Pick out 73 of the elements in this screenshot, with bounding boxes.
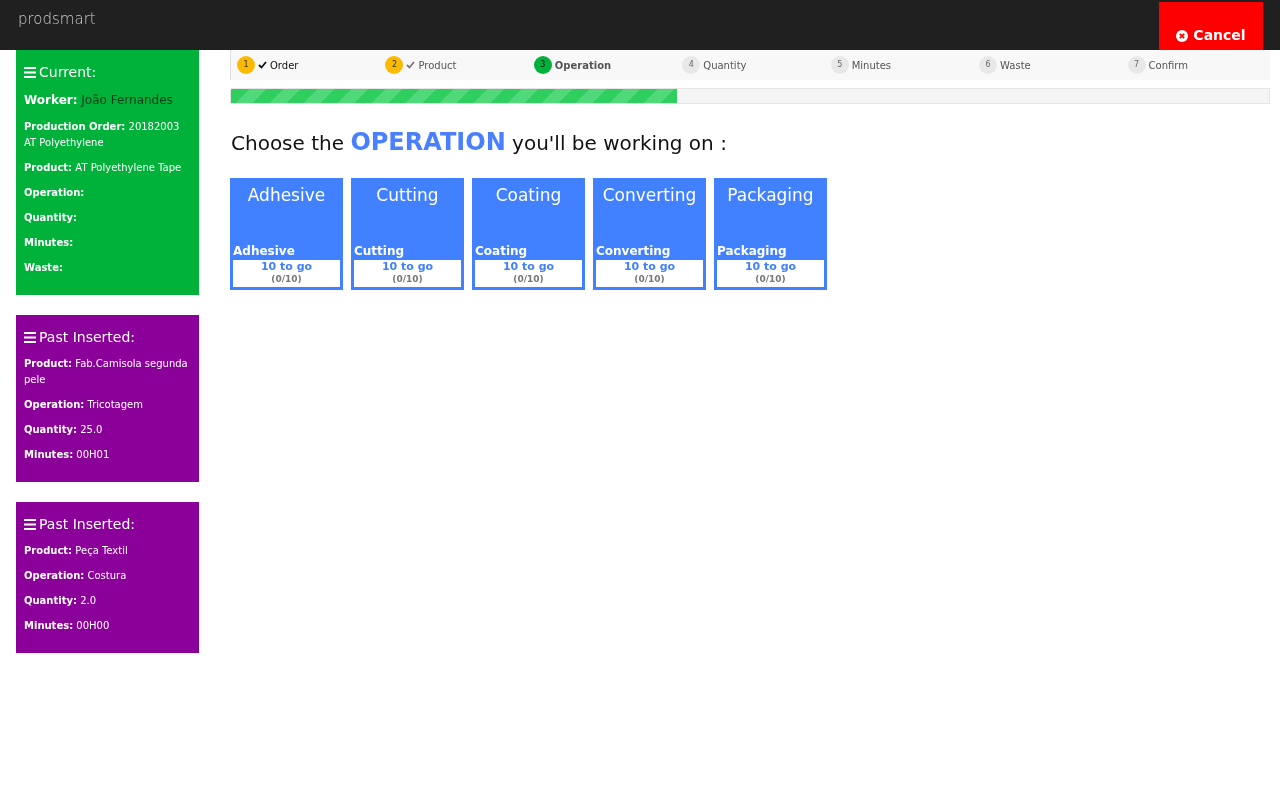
info-line: Quantity: [24,211,78,225]
done-count: (0/10) [270,273,303,285]
info-line: Minutes: [24,236,75,250]
info-line: Minutes: 00H00 [24,619,111,633]
step-number: 2 [385,56,404,74]
close-icon [1176,29,1189,42]
info-line: Quantity: 2.0 [24,594,98,608]
operation-name: Cutting [354,243,406,260]
info-line: Product: Fab.Camisola segunda pele [24,357,189,387]
operation-title: Adhesive [246,184,327,207]
step-label: Confirm [1148,58,1188,73]
step-label: Waste [1000,58,1031,73]
info-line: Production Order: 20182003 AT Polyethylene [24,120,181,150]
wizard-step[interactable]: 4 Quantity [676,56,825,74]
info-line: Product: Peça Textil [24,544,129,558]
operation-card[interactable]: Adhesive Adhesive 10 to go (0/10) [230,178,343,290]
menu-icon [24,67,36,78]
step-number: 3 [533,56,552,74]
operation-title: Coating [494,184,563,207]
panel-title: Current: [39,63,97,82]
remaining-count: 10 to go [380,261,435,273]
panel-title: Past Inserted: [39,328,135,347]
info-line: Waste: [24,261,64,275]
info-line: Worker: João Fernandes [24,92,174,109]
info-line: Quantity: 25.0 [24,423,104,437]
cancel-button[interactable]: Cancel [1159,2,1263,50]
operation-name: Adhesive [233,243,296,260]
step-label: Order [270,58,299,73]
wizard-step[interactable]: 7 Confirm [1121,56,1270,74]
remaining-count: 10 to go [743,261,798,273]
wizard-step[interactable]: 3 Operation [527,56,677,74]
operation-card[interactable]: Cutting Cutting 10 to go (0/10) [351,178,464,290]
info-line: Operation: [24,186,86,200]
operation-title: Converting [601,184,698,207]
operation-card[interactable]: Packaging Packaging 10 to go (0/10) [714,178,827,290]
step-number: 6 [979,56,998,74]
step-label: Minutes [851,58,892,73]
operation-name: Packaging [717,243,788,260]
done-count: (0/10) [754,273,787,285]
step-number: 5 [830,56,849,74]
info-line: Product: AT Polyethylene Tape [24,161,183,175]
brand-logo: prodsmart [17,9,97,30]
info-line: Minutes: 00H01 [24,448,111,462]
remaining-count: 10 to go [259,261,314,273]
done-count: (0/10) [391,273,424,285]
info-line: Operation: Costura [24,569,128,583]
wizard-step[interactable]: 5 Minutes [824,56,974,74]
menu-icon [24,519,36,530]
operation-name: Converting [596,243,672,260]
wizard-step[interactable]: 1 Order [231,56,380,74]
info-line: Operation: Tricotagem [24,398,144,412]
menu-icon [24,332,36,343]
operation-name: Coating [475,243,529,260]
done-count: (0/10) [512,273,545,285]
operation-title: Packaging [726,184,815,207]
operation-title: Cutting [375,184,440,207]
step-label: Operation [554,58,612,73]
remaining-count: 10 to go [501,261,556,273]
wizard-step[interactable]: 2 Product [379,56,528,74]
step-number: 7 [1127,56,1146,74]
check-icon [258,61,267,69]
step-number: 4 [682,56,701,74]
step-label: Product [418,58,457,73]
page-heading: Choose the OPERATION you'll be working on : [231,127,728,158]
wizard-step[interactable]: 6 Waste [973,56,1122,74]
check-icon [406,61,416,69]
operation-card[interactable]: Converting Converting 10 to go (0/10) [593,178,706,290]
done-count: (0/10) [633,273,666,285]
remaining-count: 10 to go [622,261,677,273]
panel-title: Past Inserted: [39,515,135,534]
step-label: Quantity [703,58,747,73]
step-number: 1 [237,56,255,74]
operation-card[interactable]: Coating Coating 10 to go (0/10) [472,178,585,290]
